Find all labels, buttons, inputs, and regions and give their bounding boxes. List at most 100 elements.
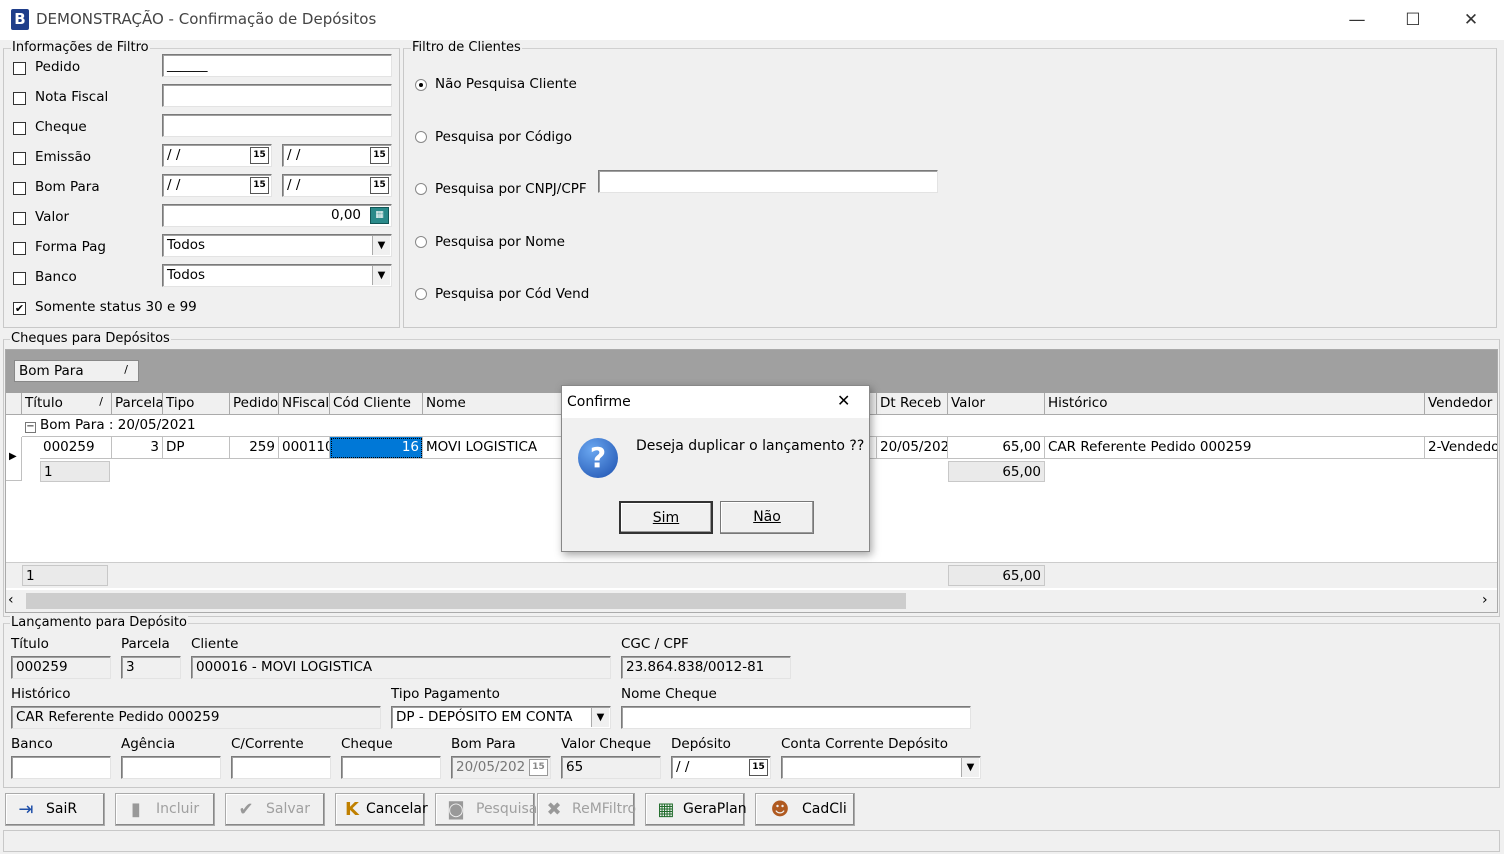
cell-dt-receb[interactable]: 20/05/202 bbox=[877, 437, 948, 459]
nome-cheque-label: Nome Cheque bbox=[621, 686, 717, 702]
pedido-checkbox[interactable] bbox=[13, 62, 26, 75]
chevron-down-icon[interactable]: ▼ bbox=[372, 266, 390, 285]
nota-fiscal-input[interactable] bbox=[162, 84, 392, 107]
radio-nao-pesquisa[interactable] bbox=[415, 79, 427, 91]
agencia-input[interactable] bbox=[121, 756, 221, 779]
cheque-lanc-input[interactable] bbox=[341, 756, 441, 779]
salvar-button[interactable]: ✔ Salvar bbox=[225, 793, 325, 826]
sim-button[interactable]: Sim bbox=[619, 501, 713, 534]
col-nfiscal[interactable]: NFiscal bbox=[279, 393, 330, 415]
cell-cod-cliente[interactable]: 16 bbox=[330, 437, 423, 459]
parcela-field[interactable]: 3 bbox=[121, 656, 181, 679]
cell-vendedor[interactable]: 2-Vendedor bbox=[1425, 437, 1497, 459]
bom-para-checkbox[interactable] bbox=[13, 182, 26, 195]
collapse-icon[interactable]: − bbox=[25, 422, 36, 433]
conta-corrente-deposito-select[interactable]: ▼ bbox=[781, 756, 981, 779]
emissao-checkbox[interactable] bbox=[13, 152, 26, 165]
calculator-icon[interactable]: ▦ bbox=[370, 207, 389, 224]
somente-status-label: Somente status 30 e 99 bbox=[35, 299, 197, 315]
scrollbar-thumb[interactable] bbox=[26, 593, 906, 609]
radio-pesquisa-nome[interactable] bbox=[415, 236, 427, 248]
cancelar-button[interactable]: K Cancelar bbox=[335, 793, 428, 826]
cell-titulo[interactable]: 000259 bbox=[40, 437, 112, 459]
spreadsheet-icon: ▦ bbox=[657, 799, 675, 820]
radio-pesquisa-cnpj[interactable] bbox=[415, 183, 427, 195]
nao-button[interactable]: Não bbox=[720, 501, 814, 534]
cadcli-button[interactable]: ☻ CadCli bbox=[755, 793, 855, 826]
banco-select[interactable]: Todos ▼ bbox=[162, 264, 392, 287]
nome-cheque-input[interactable] bbox=[621, 706, 971, 729]
remfiltro-button[interactable]: ✖ ReMFiltro bbox=[537, 793, 636, 826]
emissao-from-input[interactable]: / /15 bbox=[162, 144, 272, 167]
forma-pag-checkbox[interactable] bbox=[13, 242, 26, 255]
calendar-icon[interactable]: 15 bbox=[370, 177, 389, 194]
c-corrente-label: C/Corrente bbox=[231, 736, 304, 752]
chevron-down-icon[interactable]: ▼ bbox=[591, 708, 609, 727]
col-titulo[interactable]: Título / bbox=[22, 393, 112, 415]
col-cod-cliente[interactable]: Cód Cliente bbox=[330, 393, 423, 415]
cnpj-input[interactable] bbox=[598, 170, 938, 193]
calendar-icon[interactable]: 15 bbox=[749, 759, 768, 776]
valor-checkbox[interactable] bbox=[13, 212, 26, 225]
banco-checkbox[interactable] bbox=[13, 272, 26, 285]
grid-footer: 1 65,00 bbox=[6, 562, 1497, 588]
col-vendedor[interactable]: Vendedor bbox=[1425, 393, 1497, 415]
cell-tipo[interactable]: DP bbox=[163, 437, 230, 459]
col-parcela[interactable]: Parcela bbox=[112, 393, 163, 415]
col-tipo[interactable]: Tipo bbox=[163, 393, 230, 415]
horizontal-scrollbar[interactable]: ‹ › bbox=[6, 590, 1497, 612]
cell-parcela[interactable]: 3 bbox=[112, 437, 163, 459]
cgc-field[interactable]: 23.864.838/0012-81 bbox=[621, 656, 791, 679]
group-by-bom-para[interactable]: Bom Para / bbox=[14, 360, 139, 382]
minimize-button[interactable]: — bbox=[1328, 0, 1386, 40]
valor-cheque-field[interactable]: 65 bbox=[561, 756, 661, 779]
col-pedido[interactable]: Pedido bbox=[230, 393, 279, 415]
binoculars-icon: ◙ bbox=[447, 799, 465, 820]
calendar-icon[interactable]: 15 bbox=[529, 759, 548, 776]
bom-para-to-input[interactable]: / /15 bbox=[282, 174, 392, 197]
cell-nfiscal[interactable]: 000110 bbox=[279, 437, 330, 459]
sair-button[interactable]: ⇥ SaiR bbox=[5, 793, 105, 826]
col-dt-receb[interactable]: Dt Receb bbox=[877, 393, 948, 415]
geraplan-button[interactable]: ▦ GeraPlan bbox=[645, 793, 747, 826]
chevron-down-icon[interactable]: ▼ bbox=[372, 236, 390, 255]
bom-para-lanc-input[interactable]: 20/05/202 15 bbox=[451, 756, 551, 779]
emissao-to-input[interactable]: / /15 bbox=[282, 144, 392, 167]
titulo-field[interactable]: 000259 bbox=[11, 656, 111, 679]
col-historico[interactable]: Histórico bbox=[1045, 393, 1425, 415]
forma-pag-select[interactable]: Todos ▼ bbox=[162, 234, 392, 257]
cheque-checkbox[interactable] bbox=[13, 122, 26, 135]
valor-input[interactable]: 0,00 ▦ bbox=[162, 204, 392, 227]
radio-nao-pesquisa-label: Não Pesquisa Cliente bbox=[435, 76, 577, 92]
nota-fiscal-checkbox[interactable] bbox=[13, 92, 26, 105]
bom-para-from-input[interactable]: / /15 bbox=[162, 174, 272, 197]
calendar-icon[interactable]: 15 bbox=[370, 147, 389, 164]
c-corrente-input[interactable] bbox=[231, 756, 331, 779]
cell-valor[interactable]: 65,00 bbox=[948, 437, 1045, 459]
calendar-icon[interactable]: 15 bbox=[250, 147, 269, 164]
close-button[interactable]: ✕ bbox=[1442, 0, 1500, 40]
client-filter-legend: Filtro de Clientes bbox=[411, 40, 522, 55]
scroll-right-icon[interactable]: › bbox=[1482, 592, 1488, 608]
tipo-pagamento-select[interactable]: DP - DEPÓSITO EM CONTA ▼ bbox=[391, 706, 611, 729]
radio-pesquisa-codigo[interactable] bbox=[415, 131, 427, 143]
pedido-input[interactable]: ______ bbox=[162, 54, 392, 77]
chevron-down-icon[interactable]: ▼ bbox=[961, 758, 979, 777]
cell-historico[interactable]: CAR Referente Pedido 000259 bbox=[1045, 437, 1425, 459]
deposito-input[interactable]: / /15 bbox=[671, 756, 771, 779]
maximize-button[interactable]: ☐ bbox=[1384, 0, 1442, 40]
col-valor[interactable]: Valor bbox=[948, 393, 1045, 415]
banco-lanc-input[interactable] bbox=[11, 756, 111, 779]
scroll-left-icon[interactable]: ‹ bbox=[8, 592, 14, 608]
calendar-icon[interactable]: 15 bbox=[250, 177, 269, 194]
incluir-button[interactable]: ▮ Incluir bbox=[115, 793, 215, 826]
pesquisa-button[interactable]: ◙ Pesquisa bbox=[435, 793, 537, 826]
cheque-input[interactable] bbox=[162, 114, 392, 137]
cell-pedido[interactable]: 259 bbox=[230, 437, 279, 459]
bom-para-lanc-label: Bom Para bbox=[451, 736, 516, 752]
somente-status-checkbox[interactable]: ✔ bbox=[13, 302, 26, 315]
radio-pesquisa-cod-vend[interactable] bbox=[415, 288, 427, 300]
dialog-close-icon[interactable]: ✕ bbox=[837, 391, 850, 410]
cliente-field[interactable]: 000016 - MOVI LOGISTICA bbox=[191, 656, 611, 679]
historico-field[interactable]: CAR Referente Pedido 000259 bbox=[11, 706, 381, 729]
